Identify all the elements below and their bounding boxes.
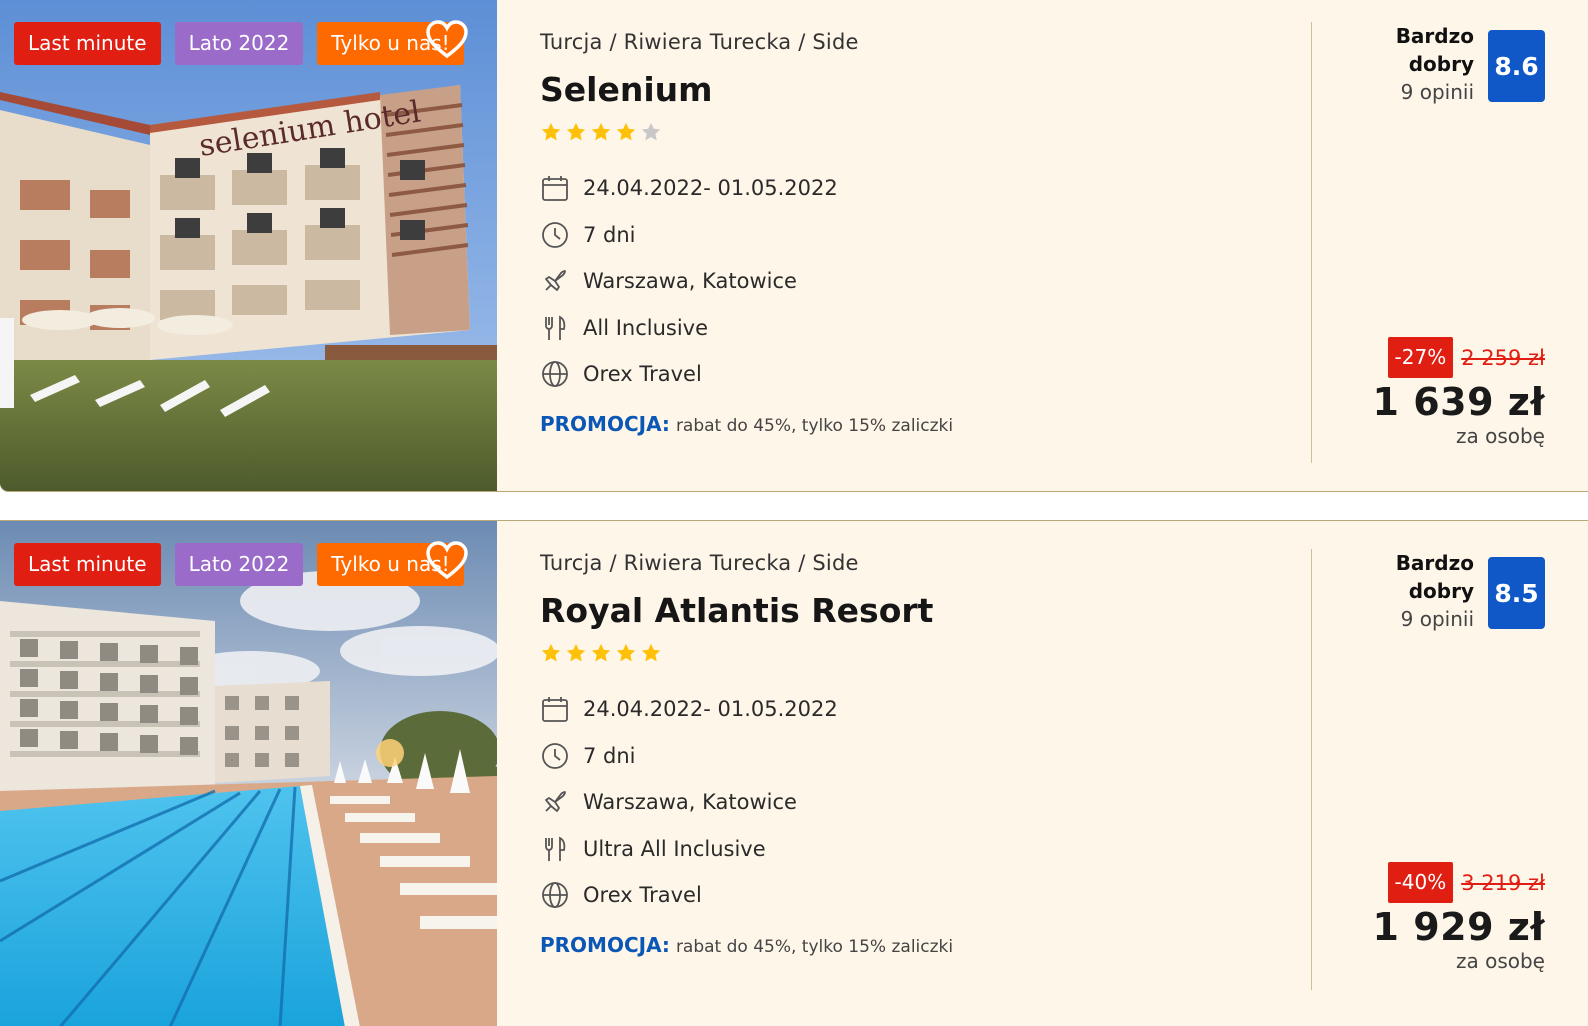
star-icon bbox=[541, 643, 561, 662]
hotel-photo[interactable]: Last minute Lato 2022 Tylko u nas! bbox=[0, 521, 497, 1026]
globe-icon bbox=[542, 361, 568, 388]
review-count[interactable]: 9 opinii bbox=[1384, 78, 1474, 106]
board-text: Ultra All Inclusive bbox=[583, 836, 766, 861]
calendar-icon bbox=[542, 697, 568, 723]
tag-season: Lato 2022 bbox=[174, 543, 304, 586]
duration-text: 7 dni bbox=[583, 222, 636, 247]
tag-last-minute: Last minute bbox=[14, 22, 161, 65]
hotel-photo-image bbox=[0, 521, 497, 1026]
detail-dates: 24.04.2022- 01.05.2022 bbox=[540, 686, 1588, 733]
star-icon bbox=[566, 122, 586, 141]
heart-icon[interactable] bbox=[425, 541, 469, 581]
calendar-icon bbox=[542, 176, 568, 202]
operator-text: Orex Travel bbox=[583, 362, 702, 387]
offer-card[interactable]: Last minute Lato 2022 Tylko u nas! Turcj… bbox=[0, 520, 1588, 1026]
departure-text: Warszawa, Katowice bbox=[583, 790, 797, 815]
heart-icon[interactable] bbox=[425, 20, 469, 60]
offer-card[interactable]: selenium hotel Last minute Lato 2022 Tyl… bbox=[0, 0, 1588, 492]
dates-text: 24.04.2022- 01.05.2022 bbox=[583, 697, 838, 722]
rating-block[interactable]: Bardzo dobry 9 opinii 8.6 bbox=[1384, 22, 1545, 106]
hotel-stars bbox=[540, 642, 1588, 664]
promo-text: rabat do 45%, tylko 15% zaliczki bbox=[675, 415, 954, 436]
detail-departure: Warszawa, Katowice bbox=[540, 779, 1588, 826]
detail-dates: 24.04.2022- 01.05.2022 bbox=[540, 165, 1588, 212]
star-icon bbox=[616, 643, 636, 662]
offer-tags: Last minute Lato 2022 Tylko u nas! bbox=[14, 543, 464, 586]
price-block[interactable]: -27% 2 259 zł 1 639 zł za osobę bbox=[1373, 337, 1545, 448]
price-per-person: za osobę bbox=[1455, 424, 1545, 448]
departure-text: Warszawa, Katowice bbox=[583, 269, 797, 294]
rating-score-badge: 8.6 bbox=[1488, 30, 1545, 102]
rating-block[interactable]: Bardzo dobry 9 opinii 8.5 bbox=[1384, 549, 1545, 633]
price-per-person: za osobę bbox=[1455, 949, 1545, 973]
rating-label: Bardzo dobry bbox=[1395, 24, 1474, 76]
tag-last-minute: Last minute bbox=[14, 543, 161, 586]
old-price: 2 259 zł bbox=[1461, 345, 1545, 370]
old-price: 3 219 zł bbox=[1461, 870, 1545, 895]
clock-icon bbox=[542, 742, 568, 769]
current-price: 1 639 zł bbox=[1372, 380, 1545, 424]
star-icon bbox=[591, 643, 611, 662]
cutlery-icon bbox=[545, 315, 566, 340]
globe-icon bbox=[542, 882, 568, 909]
star-icon bbox=[591, 122, 611, 141]
column-divider bbox=[1311, 22, 1312, 463]
star-icon bbox=[641, 643, 661, 662]
plane-icon bbox=[545, 270, 566, 292]
discount-badge: -40% bbox=[1387, 862, 1454, 903]
promo-label: PROMOCJA: bbox=[540, 932, 670, 957]
clock-icon bbox=[542, 221, 568, 248]
cutlery-icon bbox=[545, 836, 566, 861]
operator-text: Orex Travel bbox=[583, 883, 702, 908]
tag-season: Lato 2022 bbox=[174, 22, 304, 65]
star-icon bbox=[541, 122, 561, 141]
plane-icon bbox=[545, 791, 566, 813]
star-icon bbox=[566, 643, 586, 662]
star-icon bbox=[641, 122, 661, 141]
hotel-photo-image: selenium hotel bbox=[0, 0, 497, 491]
offer-tags: Last minute Lato 2022 Tylko u nas! bbox=[14, 22, 464, 65]
promo-text: rabat do 45%, tylko 15% zaliczki bbox=[675, 936, 954, 957]
detail-departure: Warszawa, Katowice bbox=[540, 258, 1588, 305]
review-count[interactable]: 9 opinii bbox=[1384, 605, 1474, 633]
column-divider bbox=[1311, 549, 1312, 990]
hotel-stars bbox=[540, 121, 1588, 143]
detail-duration: 7 dni bbox=[540, 733, 1588, 780]
dates-text: 24.04.2022- 01.05.2022 bbox=[583, 176, 838, 201]
discount-badge: -27% bbox=[1387, 337, 1454, 378]
star-icon bbox=[616, 122, 636, 141]
current-price: 1 929 zł bbox=[1372, 905, 1545, 949]
price-block[interactable]: -40% 3 219 zł 1 929 zł za osobę bbox=[1373, 862, 1545, 973]
detail-duration: 7 dni bbox=[540, 212, 1588, 259]
hotel-photo[interactable]: selenium hotel Last minute Lato 2022 Tyl… bbox=[0, 0, 497, 491]
promo-label: PROMOCJA: bbox=[540, 411, 670, 436]
rating-label: Bardzo dobry bbox=[1395, 551, 1474, 603]
rating-score-badge: 8.5 bbox=[1488, 557, 1545, 629]
duration-text: 7 dni bbox=[583, 743, 636, 768]
board-text: All Inclusive bbox=[583, 315, 709, 340]
